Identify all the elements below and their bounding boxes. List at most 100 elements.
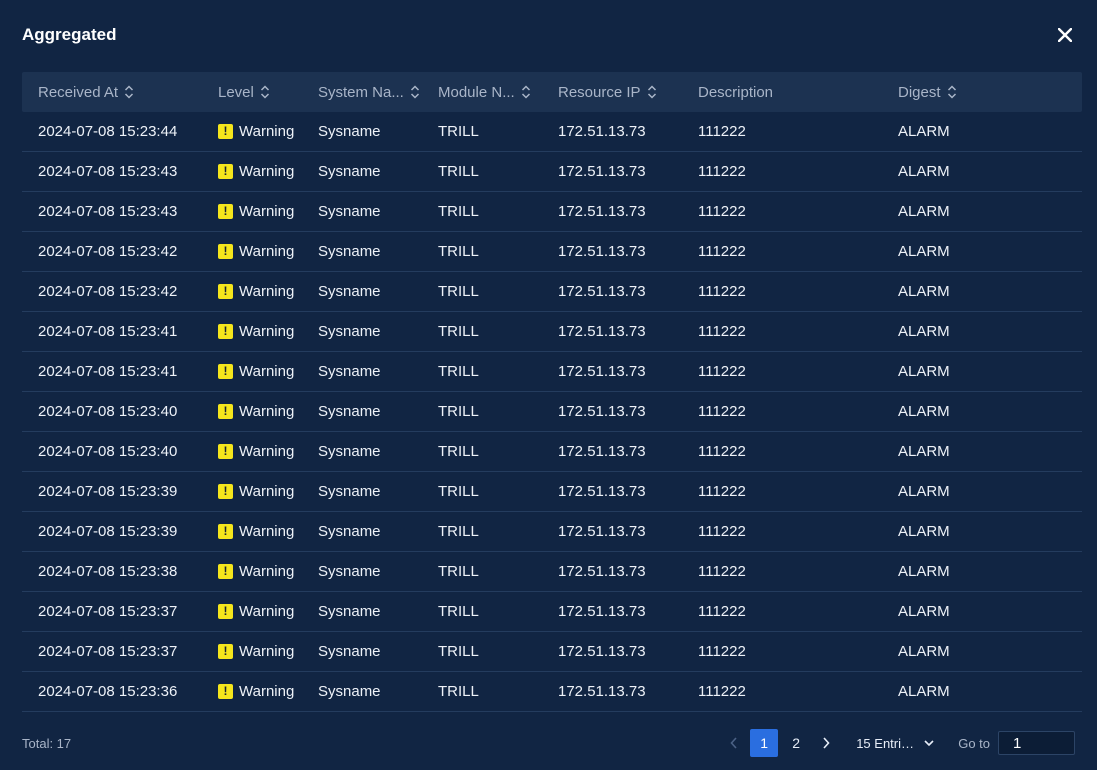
table-row[interactable]: 2024-07-08 15:23:44! Warning Sysname TRILL 1… — [22, 112, 1082, 152]
cell-text: Sysname — [318, 683, 381, 700]
cell-level: ! Warning — [202, 512, 302, 552]
table-row[interactable]: 2024-07-08 15:23:40! Warning Sysname TRILL 1… — [22, 392, 1082, 432]
cell-module-name: TRILL — [422, 312, 542, 352]
cell-module-name: TRILL — [422, 592, 542, 632]
cell-text: 172.51.13.73 — [558, 323, 646, 340]
cell-level: ! Warning — [202, 592, 302, 632]
cell-text: 111222 — [698, 163, 746, 180]
cell-text: TRILL — [438, 203, 479, 220]
table-row[interactable]: 2024-07-08 15:23:43! Warning Sysname TRILL 1… — [22, 192, 1082, 232]
cell-text: Warning — [239, 483, 295, 500]
cell-text: 172.51.13.73 — [558, 203, 646, 220]
cell-text: ALARM — [898, 203, 950, 220]
column-header-module-name[interactable]: Module N... — [422, 72, 542, 112]
table-row[interactable]: 2024-07-08 15:23:43! Warning Sysname TRILL 1… — [22, 152, 1082, 192]
cell-resource-ip: 172.51.13.73 — [542, 632, 682, 672]
dialog-title: Aggregated — [22, 25, 117, 44]
cell-text: TRILL — [438, 403, 479, 420]
table-row[interactable]: 2024-07-08 15:23:39! Warning Sysname TRILL 1… — [22, 472, 1082, 512]
cell-text: 172.51.13.73 — [558, 523, 646, 540]
sort-icon[interactable] — [410, 84, 420, 100]
column-header-system-name[interactable]: System Na... — [302, 72, 422, 112]
table-row[interactable]: 2024-07-08 15:23:42! Warning Sysname TRILL 1… — [22, 232, 1082, 272]
cell-digest: ALARM — [882, 232, 1082, 272]
cell-digest: ALARM — [882, 672, 1082, 712]
column-header-label: Level — [218, 83, 254, 101]
cell-text: 172.51.13.73 — [558, 123, 646, 140]
cell-digest: ALARM — [882, 152, 1082, 192]
cell-received-at: 2024-07-08 15:23:42 — [22, 272, 202, 312]
sort-icon[interactable] — [521, 84, 531, 100]
cell-system-name: Sysname — [302, 512, 422, 552]
column-header-received-at[interactable]: Received At — [22, 72, 202, 112]
column-header-digest[interactable]: Digest — [882, 72, 1082, 112]
cell-level: ! Warning — [202, 232, 302, 272]
sort-icon[interactable] — [947, 84, 957, 100]
cell-resource-ip: 172.51.13.73 — [542, 152, 682, 192]
cell-text: 2024-07-08 15:23:39 — [38, 523, 178, 540]
page-1-button[interactable]: 1 — [750, 729, 779, 757]
table-row[interactable]: 2024-07-08 15:23:38! Warning Sysname TRILL 1… — [22, 552, 1082, 592]
cell-text: ALARM — [898, 363, 950, 380]
cell-description: 111222 — [682, 672, 882, 712]
cell-system-name: Sysname — [302, 472, 422, 512]
sort-icon[interactable] — [647, 84, 657, 100]
page-size-select[interactable]: 15 Entries/Page — [856, 736, 934, 751]
cell-level: ! Warning — [202, 272, 302, 312]
warning-icon: ! — [218, 124, 233, 139]
cell-text: 2024-07-08 15:23:36 — [38, 683, 178, 700]
cell-level: ! Warning — [202, 112, 302, 152]
table-row[interactable]: 2024-07-08 15:23:40! Warning Sysname TRILL 1… — [22, 432, 1082, 472]
cell-text: TRILL — [438, 243, 479, 260]
cell-text: TRILL — [438, 523, 479, 540]
sort-icon[interactable] — [260, 84, 270, 100]
table-row[interactable]: 2024-07-08 15:23:41! Warning Sysname TRILL 1… — [22, 352, 1082, 392]
page-2-button[interactable]: 2 — [782, 729, 810, 757]
cell-text: Sysname — [318, 363, 381, 380]
sort-icon[interactable] — [124, 84, 134, 100]
warning-icon: ! — [218, 444, 233, 459]
cell-text: Warning — [239, 643, 295, 660]
cell-text: ALARM — [898, 603, 950, 620]
cell-module-name: TRILL — [422, 512, 542, 552]
cell-digest: ALARM — [882, 632, 1082, 672]
cell-text: ALARM — [898, 483, 950, 500]
goto-label: Go to — [958, 735, 990, 751]
column-header-level[interactable]: Level — [202, 72, 302, 112]
close-button[interactable] — [1055, 25, 1075, 45]
cell-text: 111222 — [698, 203, 746, 220]
cell-text: 172.51.13.73 — [558, 443, 646, 460]
events-table: Received At Level System Na... Module N... R… — [22, 72, 1082, 712]
cell-resource-ip: 172.51.13.73 — [542, 272, 682, 312]
warning-icon: ! — [218, 604, 233, 619]
cell-text: Sysname — [318, 163, 381, 180]
cell-level: ! Warning — [202, 552, 302, 592]
table-row[interactable]: 2024-07-08 15:23:37! Warning Sysname TRILL 1… — [22, 632, 1082, 672]
goto-page-input[interactable] — [998, 731, 1075, 755]
table-row[interactable]: 2024-07-08 15:23:36! Warning Sysname TRILL 1… — [22, 672, 1082, 712]
cell-description: 111222 — [682, 112, 882, 152]
cell-module-name: TRILL — [422, 152, 542, 192]
cell-system-name: Sysname — [302, 232, 422, 272]
cell-text: 172.51.13.73 — [558, 163, 646, 180]
table-row[interactable]: 2024-07-08 15:23:41! Warning Sysname TRILL 1… — [22, 312, 1082, 352]
cell-text: 172.51.13.73 — [558, 363, 646, 380]
warning-icon: ! — [218, 284, 233, 299]
cell-system-name: Sysname — [302, 112, 422, 152]
cell-description: 111222 — [682, 152, 882, 192]
table-row[interactable]: 2024-07-08 15:23:42! Warning Sysname TRILL 1… — [22, 272, 1082, 312]
cell-text: Warning — [239, 403, 295, 420]
column-header-resource-ip[interactable]: Resource IP — [542, 72, 682, 112]
prev-page-button[interactable] — [720, 729, 748, 757]
cell-description: 111222 — [682, 232, 882, 272]
next-page-button[interactable] — [812, 729, 840, 757]
cell-module-name: TRILL — [422, 392, 542, 432]
cell-digest: ALARM — [882, 352, 1082, 392]
cell-digest: ALARM — [882, 312, 1082, 352]
cell-text: ALARM — [898, 163, 950, 180]
cell-module-name: TRILL — [422, 552, 542, 592]
cell-text: 111222 — [698, 363, 746, 380]
table-row[interactable]: 2024-07-08 15:23:39 ! Warning Sysname TRILL 1… — [22, 512, 1082, 552]
table-row[interactable]: 2024-07-08 15:23:37! Warning Sysname TRILL 1… — [22, 592, 1082, 632]
cell-module-name: TRILL — [422, 472, 542, 512]
